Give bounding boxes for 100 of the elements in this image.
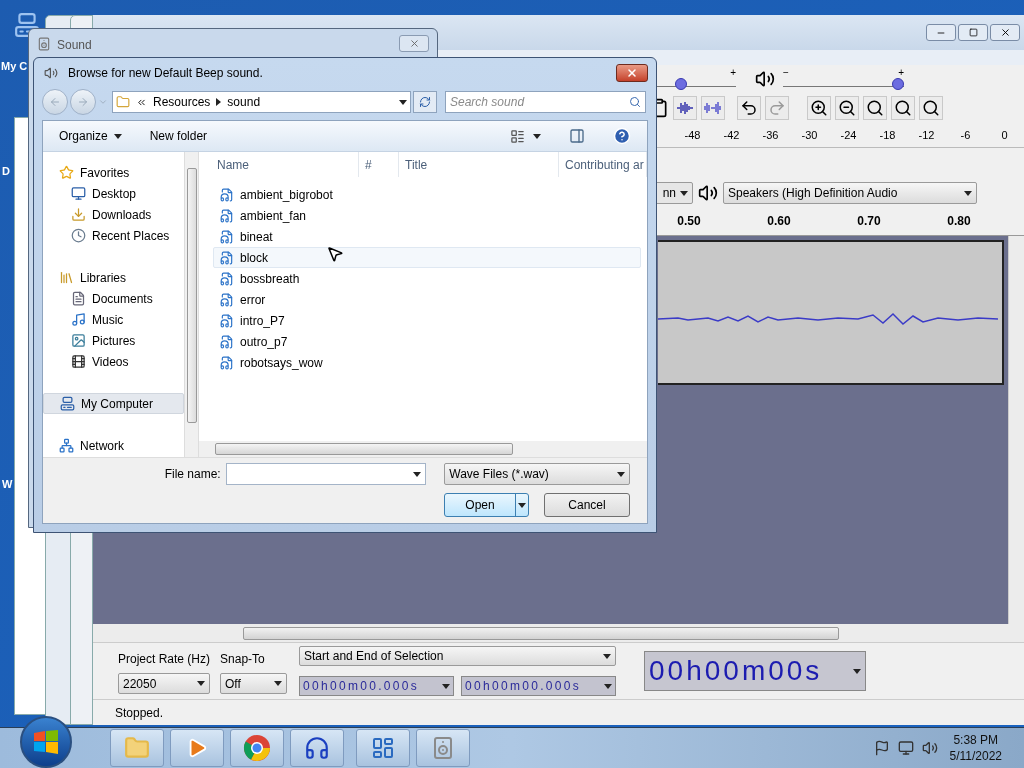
close-icon: [626, 67, 638, 79]
meter-scale-label: -6: [959, 127, 972, 143]
caret-icon: [533, 133, 541, 139]
open-button[interactable]: Open: [444, 493, 529, 517]
view-icon[interactable]: [510, 128, 525, 144]
meter-scale-label: -48: [683, 127, 702, 143]
horizontal-scrollbar[interactable]: [199, 441, 647, 457]
volume-icon[interactable]: [921, 740, 938, 756]
browser-taskbar-button[interactable]: [230, 729, 284, 767]
navigation-item[interactable]: Libraries: [43, 267, 184, 288]
cancel-button[interactable]: Cancel: [544, 493, 630, 517]
file-name-field[interactable]: [225, 463, 427, 485]
navigation-item[interactable]: Videos: [43, 351, 184, 372]
timeline-label: 0.70: [856, 212, 882, 230]
desktop-icon-label[interactable]: D: [2, 163, 10, 180]
silence-icon[interactable]: [701, 96, 725, 120]
time-field[interactable]: 00h00m00.000s: [461, 676, 617, 696]
desktop-icon-label[interactable]: W: [2, 476, 13, 493]
column-header[interactable]: Contributing ar: [559, 152, 647, 177]
caret-icon: [604, 683, 613, 689]
meter-scale-label: -18: [878, 127, 897, 143]
file-row[interactable]: bossbreath: [213, 268, 641, 289]
caret-icon: [274, 681, 283, 686]
trim-icon[interactable]: [673, 96, 697, 120]
column-header[interactable]: Title: [399, 152, 559, 177]
vertical-scrollbar[interactable]: [184, 152, 198, 457]
control-panel-icon: [371, 736, 395, 760]
audio-position-field[interactable]: 00h00m00s: [644, 651, 867, 691]
file-row[interactable]: block: [213, 247, 641, 268]
slider-thumb[interactable]: [674, 78, 687, 90]
file-row[interactable]: robotsays_wow: [213, 352, 641, 373]
column-header[interactable]: Name: [199, 152, 359, 177]
audio-file-icon: [220, 313, 234, 328]
fit-selection-icon[interactable]: [863, 96, 887, 120]
slider-thumb[interactable]: [892, 78, 904, 90]
start-button[interactable]: [20, 716, 72, 768]
navigation-item[interactable]: Pictures: [43, 330, 184, 351]
audio-track[interactable]: [658, 240, 1004, 385]
zoom-out-icon[interactable]: [835, 96, 859, 120]
desktop-icon-label[interactable]: My C: [1, 58, 28, 75]
maximize-icon: [968, 28, 978, 37]
navigation-item[interactable]: Desktop: [43, 183, 184, 204]
zoom-in-icon[interactable]: [807, 96, 831, 120]
snap-to-combo[interactable]: Off: [220, 673, 288, 694]
breadcrumb-item[interactable]: sound: [227, 93, 393, 111]
horizontal-scrollbar[interactable]: [93, 624, 1024, 642]
vertical-scrollbar[interactable]: [1008, 236, 1024, 624]
pictures-icon: [71, 333, 86, 348]
file-row[interactable]: bineat: [213, 226, 641, 247]
caret-icon: [518, 502, 526, 508]
refresh-button[interactable]: [413, 91, 437, 113]
undo-icon[interactable]: [737, 96, 761, 120]
preview-pane-icon[interactable]: [569, 128, 585, 144]
new-folder-button[interactable]: New folder: [149, 127, 208, 145]
file-row[interactable]: outro_p7: [213, 331, 641, 352]
file-row[interactable]: intro_P7: [213, 310, 641, 331]
file-type-combo[interactable]: Wave Files (*.wav): [444, 463, 630, 485]
network-icon[interactable]: [897, 740, 914, 756]
media-player-taskbar-button[interactable]: [170, 729, 224, 767]
clock[interactable]: 5:38 PM 5/11/2022: [949, 732, 1002, 764]
fit-project-icon[interactable]: [891, 96, 915, 120]
dialog-title: Browse for new Default Beep sound.: [68, 65, 264, 82]
timeline-label: 0.50: [676, 212, 702, 230]
output-device-combo[interactable]: Speakers (High Definition Audio: [723, 182, 977, 204]
time-field[interactable]: 00h00m00.000s: [299, 676, 455, 696]
computer-icon[interactable]: [14, 12, 40, 38]
navigation-item[interactable]: Downloads: [43, 204, 184, 225]
navigation-item[interactable]: Favorites: [43, 162, 184, 183]
organize-button[interactable]: Organize: [59, 127, 122, 145]
minimize-button[interactable]: [926, 24, 956, 41]
breadcrumb-item[interactable]: Resources: [153, 93, 211, 111]
navigation-item[interactable]: My Computer: [43, 393, 184, 414]
audio-editor-taskbar-button[interactable]: [290, 729, 344, 767]
file-row[interactable]: ambient_fan: [213, 205, 641, 226]
navigation-item[interactable]: Documents: [43, 288, 184, 309]
navigation-item[interactable]: Music: [43, 309, 184, 330]
speaker-icon: [37, 37, 51, 51]
close-button[interactable]: [616, 64, 648, 82]
caret-icon: [197, 681, 205, 686]
search-field[interactable]: Search sound: [445, 91, 646, 113]
navigation-item[interactable]: Recent Places: [43, 225, 184, 246]
project-rate-combo[interactable]: 22050: [118, 673, 210, 694]
help-icon[interactable]: [613, 127, 631, 145]
zoom-toggle-icon[interactable]: [919, 96, 943, 120]
caret-icon: [113, 133, 122, 139]
file-row[interactable]: error: [213, 289, 641, 310]
network-icon: [59, 438, 74, 453]
selection-mode-combo[interactable]: Start and End of Selection: [299, 646, 617, 666]
column-header[interactable]: #: [359, 152, 399, 177]
action-center-icon[interactable]: [873, 740, 890, 756]
navigation-item[interactable]: Network: [43, 435, 184, 456]
documents-icon: [71, 291, 86, 306]
maximize-button[interactable]: [958, 24, 988, 41]
control-panel-taskbar-button[interactable]: [356, 729, 410, 767]
slider-track[interactable]: [783, 78, 904, 90]
file-row[interactable]: ambient_bigrobot: [213, 184, 641, 205]
address-bar[interactable]: Resources sound: [112, 91, 411, 113]
meter-scale-label: -42: [722, 127, 741, 143]
sound-taskbar-button[interactable]: [416, 729, 470, 767]
computer-icon: [60, 396, 75, 411]
